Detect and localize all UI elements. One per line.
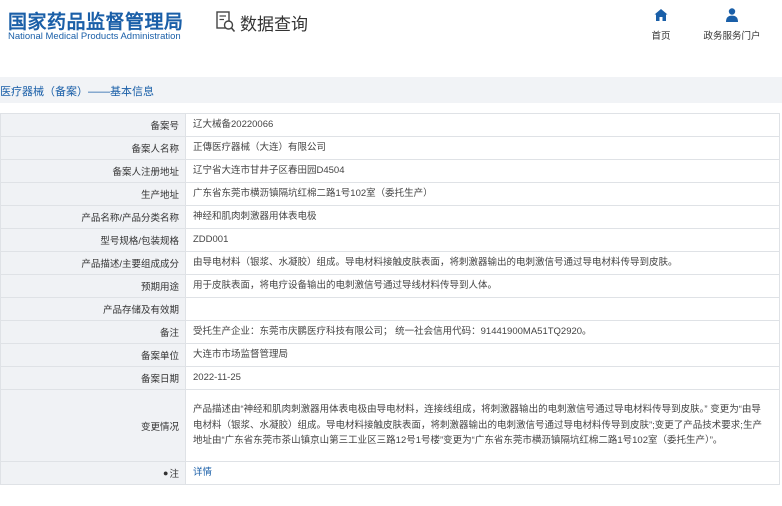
nav-home[interactable]: 首页 <box>626 7 696 42</box>
row-value: 神经和肌肉刺激器用体表电极 <box>193 211 317 223</box>
table-row: 产品存储及有效期 <box>0 298 780 321</box>
table-row: 变更情况 产品描述由“神经和肌肉刺激器用体表电极由导电材料，连接线组成，将刺激器… <box>0 390 780 462</box>
row-value: 产品描述由“神经和肌肉刺激器用体表电极由导电材料，连接线组成，将刺激器输出的电刺… <box>193 404 762 447</box>
logo-en[interactable]: National Medical Products Administration <box>8 31 181 42</box>
table-row: 备案号 辽大械备20220066 <box>0 114 780 137</box>
search-document-icon <box>216 11 236 33</box>
bullet-icon: ● <box>163 468 169 478</box>
nav-gov-label: 政务服务门户 <box>703 31 761 42</box>
row-value: 广东省东莞市横沥镇隔坑红棉二路1号102室（委托生产） <box>193 188 433 200</box>
details-link[interactable]: 详情 <box>193 465 212 481</box>
site-header: 国家药品监督管理局 National Medical Products Admi… <box>0 0 782 62</box>
row-label: 产品存储及有效期 <box>1 298 186 320</box>
row-value: ZDD001 <box>193 234 229 246</box>
row-label: 备案日期 <box>1 367 186 389</box>
row-label: 生产地址 <box>1 183 186 205</box>
table-row: 产品名称/产品分类名称 神经和肌肉刺激器用体表电极 <box>0 206 780 229</box>
table-row: 预期用途 用于皮肤表面，将电疗设备输出的电刺激信号通过导线材料传导到人体。 <box>0 275 780 298</box>
query-heading: 数据查询 <box>216 10 308 34</box>
section-title-bar: 医疗器械（备案）——基本信息 <box>0 77 782 103</box>
row-value: 辽宁省大连市甘井子区春田园D4504 <box>193 165 345 177</box>
row-label: 备案人名称 <box>1 137 186 159</box>
table-row: 备案人注册地址 辽宁省大连市甘井子区春田园D4504 <box>0 160 780 183</box>
table-row: 型号规格/包装规格 ZDD001 <box>0 229 780 252</box>
section-title: 医疗器械（备案）——基本信息 <box>0 86 154 98</box>
table-row: 备案人名称 正傳医疗器械（大连）有限公司 <box>0 137 780 160</box>
row-label: 备注 <box>1 321 186 343</box>
row-label: 变更情况 <box>1 390 186 461</box>
page-title: 数据查询 <box>240 14 308 34</box>
table-row: 备案单位 大连市市场监督管理局 <box>0 344 780 367</box>
table-row: ● 注 详情 <box>0 462 780 485</box>
logo-cn[interactable]: 国家药品监督管理局 <box>8 7 184 34</box>
info-table: 备案号 辽大械备20220066 备案人名称 正傳医疗器械（大连）有限公司 备案… <box>0 113 780 485</box>
row-value: 由导电材料（银浆、水凝胶）组成。导电材料接触皮肤表面，将刺激器输出的电刺激信号通… <box>193 257 678 269</box>
table-row: 产品描述/主要组成成分 由导电材料（银浆、水凝胶）组成。导电材料接触皮肤表面，将… <box>0 252 780 275</box>
row-label: 产品名称/产品分类名称 <box>1 206 186 228</box>
row-value: 用于皮肤表面，将电疗设备输出的电刺激信号通过导线材料传导到人体。 <box>193 280 498 292</box>
row-value: 大连市市场监督管理局 <box>193 349 289 361</box>
user-icon <box>726 8 738 22</box>
table-row: 生产地址 广东省东莞市横沥镇隔坑红棉二路1号102室（委托生产） <box>0 183 780 206</box>
row-value: 受托生产企业：东莞市庆鹏医疗科技有限公司； 统一社会信用代码：91441900M… <box>193 326 592 338</box>
table-row: 备案日期 2022-11-25 <box>0 367 780 390</box>
row-label: 备案号 <box>1 114 186 136</box>
row-value: 辽大械备20220066 <box>193 119 274 131</box>
table-row: 备注 受托生产企业：东莞市庆鹏医疗科技有限公司； 统一社会信用代码：914419… <box>0 321 780 344</box>
row-label: 备案单位 <box>1 344 186 366</box>
row-value <box>186 298 779 320</box>
home-icon <box>654 9 668 21</box>
note-value-cell: 详情 <box>186 462 779 484</box>
nav-home-label: 首页 <box>651 31 671 42</box>
nav-gov-portal[interactable]: 政务服务门户 <box>697 7 767 42</box>
note-label: 注 <box>169 469 179 480</box>
row-value: 正傳医疗器械（大连）有限公司 <box>193 142 327 154</box>
note-label-cell: ● 注 <box>1 462 186 484</box>
row-label: 产品描述/主要组成成分 <box>1 252 186 274</box>
row-label: 预期用途 <box>1 275 186 297</box>
row-label: 备案人注册地址 <box>1 160 186 182</box>
row-label: 型号规格/包装规格 <box>1 229 186 251</box>
row-value: 2022-11-25 <box>193 372 241 384</box>
